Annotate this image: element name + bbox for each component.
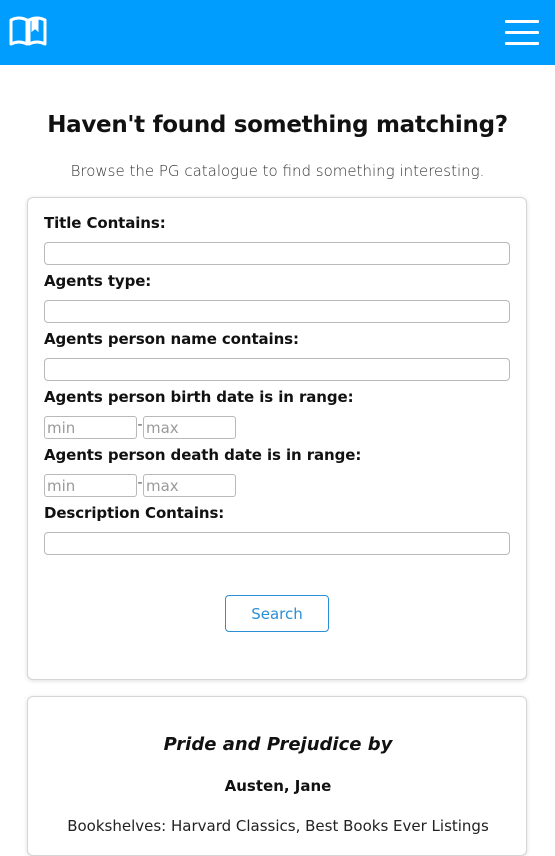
death-date-min-input[interactable]: [44, 474, 137, 497]
result-bookshelves: Bookshelves: Harvard Classics, Best Book…: [67, 817, 489, 835]
navbar: [0, 0, 555, 65]
result-book-title[interactable]: Pride and Prejudice by: [28, 734, 528, 755]
result-card[interactable]: Pride and Prejudice by Austen, Jane Book…: [27, 696, 527, 856]
death-date-range-label: Agents person death date is in range:: [44, 446, 362, 464]
open-book-icon[interactable]: [9, 15, 47, 47]
birth-date-max-input[interactable]: [143, 416, 236, 439]
hamburger-menu-icon[interactable]: [505, 20, 539, 46]
agents-type-input[interactable]: [44, 300, 510, 323]
agent-name-label: Agents person name contains:: [44, 330, 299, 348]
title-contains-label: Title Contains:: [44, 214, 166, 232]
birth-date-range-label: Agents person birth date is in range:: [44, 388, 354, 406]
search-button[interactable]: Search: [225, 595, 329, 632]
birth-date-min-input[interactable]: [44, 416, 137, 439]
title-contains-input[interactable]: [44, 242, 510, 265]
search-form-card: Title Contains: Agents type: Agents pers…: [27, 197, 527, 680]
page-subtitle: Browse the PG catalogue to find somethin…: [70, 162, 485, 180]
death-date-max-input[interactable]: [143, 474, 236, 497]
description-contains-input[interactable]: [44, 532, 510, 555]
page-title: Haven't found something matching?: [47, 112, 508, 138]
agents-type-label: Agents type:: [44, 272, 152, 290]
result-author: Austen, Jane: [224, 777, 332, 795]
agent-name-input[interactable]: [44, 358, 510, 381]
description-contains-label: Description Contains:: [44, 504, 225, 522]
